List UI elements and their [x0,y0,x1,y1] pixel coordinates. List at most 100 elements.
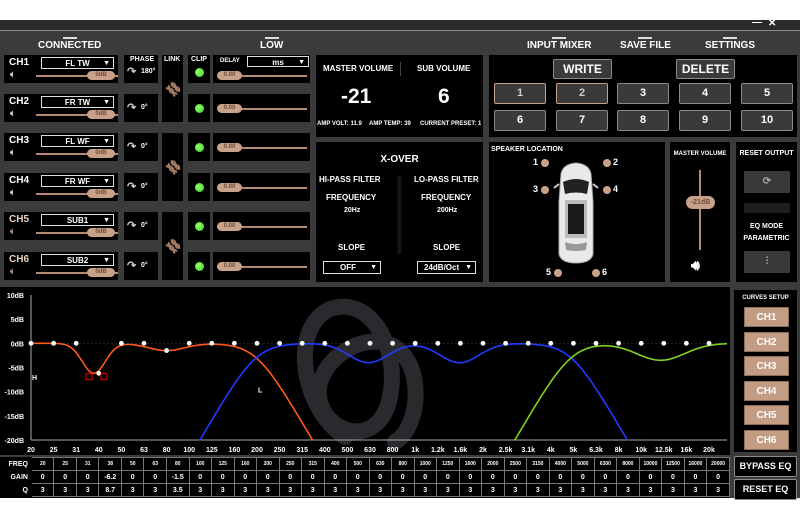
eq-cell-q[interactable]: 3 [143,483,167,497]
eq-band-point[interactable] [254,340,260,346]
curves-ch1-button[interactable]: CH1 [744,307,789,327]
eq-band-point[interactable] [480,340,486,346]
eq-band-point[interactable] [232,340,237,346]
phase-flip-icon[interactable]: ↷ [127,259,136,272]
eq-cell-freq[interactable]: 800 [391,457,415,471]
eq-cell-q[interactable]: 3 [256,483,280,497]
eq-cell-freq[interactable]: 400 [323,457,347,471]
eq-cell-freq[interactable]: 50 [120,457,145,471]
phase-cell[interactable]: PHASE ↷ 180° [124,55,158,83]
nav-connected[interactable]: CONNECTED [38,37,101,51]
speaker-point-1[interactable] [541,159,549,167]
link-cell[interactable]: ⛓ [162,212,184,280]
eq-cell-gain[interactable]: 0 [53,470,77,484]
eq-band-point[interactable] [593,340,599,346]
eq-cell-gain[interactable]: 0 [211,470,235,484]
speaker-mute-icon[interactable]: 🔈︎ [10,147,15,158]
speaker-mute-icon[interactable]: 🔈︎ [10,187,15,198]
preset-button-2[interactable]: 2 [556,83,608,104]
preset-button-10[interactable]: 10 [741,110,793,131]
eq-cell-gain[interactable]: 0 [548,470,573,484]
link-cell[interactable]: ⛓ [162,133,184,201]
phase-flip-icon[interactable]: ↷ [127,219,136,232]
eq-cell-gain[interactable]: 0 [436,470,460,484]
eq-cell-q[interactable]: 3 [661,483,685,497]
eq-cell-gain[interactable]: 0 [413,470,438,484]
curves-ch4-button[interactable]: CH4 [744,380,789,401]
speaker-select[interactable]: FR WF ▼ [41,175,114,187]
eq-cell-q[interactable]: 3 [503,483,528,497]
eq-cell-freq[interactable]: 315 [301,457,325,471]
reset-output-button[interactable]: ⟳ [744,171,790,193]
eq-cell-freq[interactable]: 4000 [548,457,573,471]
phase-flip-icon[interactable]: ↷ [127,180,136,193]
eq-band-point[interactable] [684,340,689,346]
preset-button-6[interactable]: 6 [494,110,546,131]
gain-slider-thumb[interactable]: 0dB [87,228,115,237]
link-chain-icon[interactable]: ⛓ [163,78,184,99]
eq-cell-q[interactable]: 3 [211,483,235,497]
eq-cell-q[interactable]: 3 [346,483,370,497]
phase-cell[interactable]: ↷ 0° [124,212,158,240]
eq-cell-gain[interactable]: 0 [616,470,640,484]
link-chain-icon[interactable]: ⛓ [163,236,184,257]
lpf-slope-select[interactable]: 24dB/Oct ▼ [417,261,476,274]
speaker-select[interactable]: SUB2 ▼ [41,254,114,266]
eq-band-point[interactable] [141,340,147,346]
eq-cell-freq[interactable]: 20000 [706,457,730,471]
eq-cell-freq[interactable]: 500 [346,457,370,471]
preset-button-9[interactable]: 9 [679,110,731,131]
eq-band-point[interactable] [345,340,350,346]
eq-band-point[interactable] [638,340,644,346]
eq-cell-q[interactable]: 3 [413,483,438,497]
phase-flip-icon[interactable]: ↷ [127,65,136,78]
eq-cell-freq[interactable]: 200 [256,457,280,471]
eq-cell-q[interactable]: 3 [278,483,302,497]
eq-cell-q[interactable]: 3 [53,483,77,497]
eq-cell-q[interactable]: 3 [368,483,392,497]
curves-ch6-button[interactable]: CH6 [744,430,789,450]
reset-eq-button[interactable]: RESET EQ [734,479,797,500]
q-handle-right[interactable] [100,373,108,381]
minimize-button[interactable]: — [752,17,762,28]
eq-cell-gain[interactable]: 0 [188,470,212,484]
eq-band-point[interactable] [209,340,215,346]
eq-cell-freq[interactable]: 1000 [413,457,438,471]
gain-slider-thumb[interactable]: 0dB [87,189,115,198]
eq-cell-q[interactable]: 3 [593,483,618,497]
eq-cell-freq[interactable]: 1600 [458,457,483,471]
eq-cell-q[interactable]: 3 [548,483,573,497]
eq-band-point[interactable] [119,340,124,346]
preset-button-1[interactable]: 1 [494,83,546,104]
master-volume-thumb[interactable]: -21dB [686,196,715,209]
eq-cell-q[interactable]: 3 [391,483,415,497]
eq-cell-freq[interactable]: 20 [30,457,55,471]
curves-ch5-button[interactable]: CH5 [744,405,789,426]
eq-cell-freq[interactable]: 5000 [571,457,595,471]
eq-cell-gain[interactable]: 0 [391,470,415,484]
link-cell[interactable]: LINK ⛓ [162,55,184,122]
eq-band-point[interactable] [299,340,305,346]
speaker-select[interactable]: SUB1 ▼ [41,214,114,226]
eq-cell-freq[interactable]: 2500 [503,457,528,471]
delay-slider-thumb[interactable]: 0.00 [217,262,242,271]
eq-cell-q[interactable]: 3 [120,483,145,497]
eq-band-point[interactable] [96,370,102,376]
eq-cell-q[interactable]: 3.5 [165,483,190,497]
eq-cell-gain[interactable]: 0 [346,470,370,484]
eq-cell-freq[interactable]: 8000 [616,457,640,471]
eq-cell-freq[interactable]: 31 [75,457,100,471]
speaker-point-3[interactable] [541,186,549,194]
eq-cell-q[interactable]: 8.7 [98,483,122,497]
eq-cell-gain[interactable]: 0 [706,470,730,484]
write-button[interactable]: WRITE [553,59,612,79]
gain-slider-thumb[interactable]: 0dB [87,71,115,80]
eq-band-point[interactable] [73,340,79,346]
eq-cell-q[interactable]: 3 [706,483,730,497]
eq-band-point[interactable] [503,340,508,346]
eq-mode-button[interactable]: ⫶ [744,251,790,273]
eq-cell-q[interactable]: 3 [616,483,640,497]
eq-cell-q[interactable]: 3 [638,483,663,497]
speaker-select[interactable]: FR TW ▼ [41,96,114,108]
phase-cell[interactable]: ↷ 0° [124,173,158,201]
